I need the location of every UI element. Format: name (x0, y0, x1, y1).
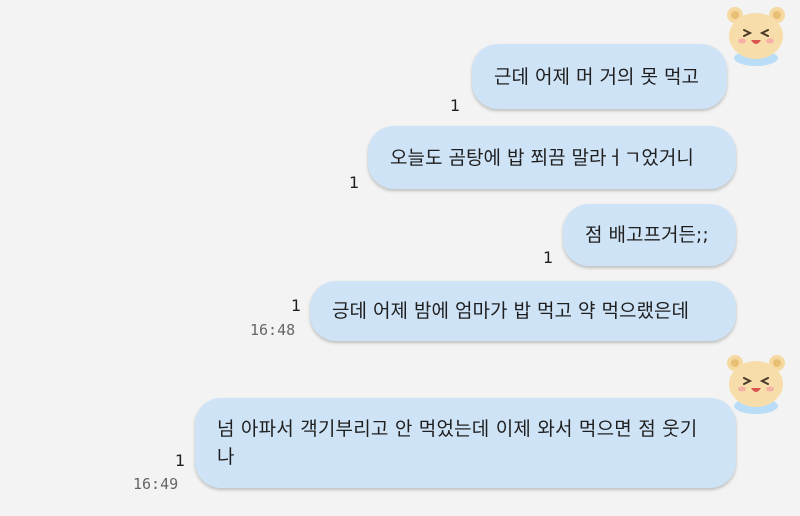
bear-avatar-icon[interactable] (722, 350, 790, 418)
message-bubble[interactable]: 점 배고프거든;; (563, 204, 736, 266)
message-timestamp: 16:49 (133, 475, 179, 493)
message-bubble[interactable]: 긍데 어제 밤에 엄마가 밥 먹고 약 먹으랬은데 (310, 281, 736, 341)
bear-avatar-icon[interactable] (722, 2, 790, 70)
message-text: 근데 어제 머 거의 못 먹고 (494, 65, 699, 88)
message-text: 점 배고프거든;; (585, 224, 709, 246)
message-bubble[interactable]: 오늘도 곰탕에 밥 쬐끔 말라ㅓㄱ었거니 (368, 126, 736, 189)
read-count: 1 (450, 96, 461, 115)
read-count: 1 (175, 451, 186, 470)
message-bubble[interactable]: 넘 아파서 객기부리고 안 먹었는데 이제 와서 먹으면 점 웃기나 (195, 398, 736, 488)
message-text: 오늘도 곰탕에 밥 쬐끔 말라ㅓㄱ었거니 (390, 146, 694, 169)
chat-thread: 근데 어제 머 거의 못 먹고 1 오늘도 곰탕에 밥 쬐끔 말라ㅓㄱ었거니 1… (0, 0, 800, 516)
read-count: 1 (349, 173, 360, 192)
message-text: 넘 아파서 객기부리고 안 먹었는데 이제 와서 먹으면 점 웃기나 (217, 418, 698, 468)
read-count: 1 (543, 248, 554, 267)
read-count: 1 (291, 296, 302, 315)
message-text: 긍데 어제 밤에 엄마가 밥 먹고 약 먹으랬은데 (332, 300, 689, 322)
message-bubble[interactable]: 근데 어제 머 거의 못 먹고 (472, 44, 727, 109)
message-timestamp: 16:48 (250, 321, 296, 339)
